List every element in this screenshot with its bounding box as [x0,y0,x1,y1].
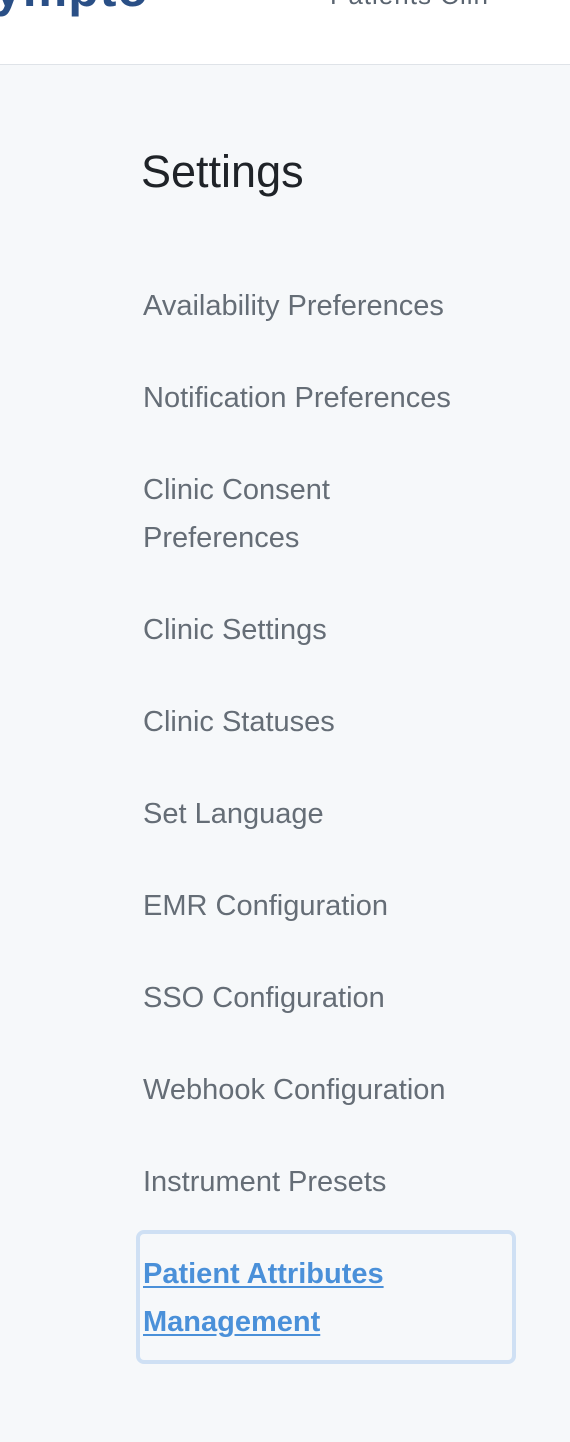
settings-item-availability-preferences[interactable]: Availability Preferences [143,282,488,330]
settings-item-clinic-statuses[interactable]: Clinic Statuses [143,698,503,746]
settings-item-emr-configuration[interactable]: EMR Configuration [143,882,503,930]
top-bar: ympto Patients Clin [0,0,570,65]
settings-nav: Availability Preferences Notification Pr… [143,282,503,1390]
settings-item-clinic-settings[interactable]: Clinic Settings [143,606,503,654]
top-nav[interactable]: Patients Clin [330,0,489,11]
settings-item-clinic-consent-preferences[interactable]: Clinic Consent Preferences [143,466,373,562]
brand-logo[interactable]: ympto [0,0,149,18]
settings-item-patient-attributes-management[interactable]: Patient Attributes Management [143,1250,433,1346]
settings-item-notification-preferences[interactable]: Notification Preferences [143,374,488,422]
settings-item-set-language[interactable]: Set Language [143,790,503,838]
settings-item-webhook-configuration[interactable]: Webhook Configuration [143,1066,503,1114]
settings-page: Settings Availability Preferences Notifi… [0,66,570,1442]
page-title: Settings [141,146,304,197]
settings-item-instrument-presets[interactable]: Instrument Presets [143,1158,503,1206]
settings-item-sso-configuration[interactable]: SSO Configuration [143,974,503,1022]
